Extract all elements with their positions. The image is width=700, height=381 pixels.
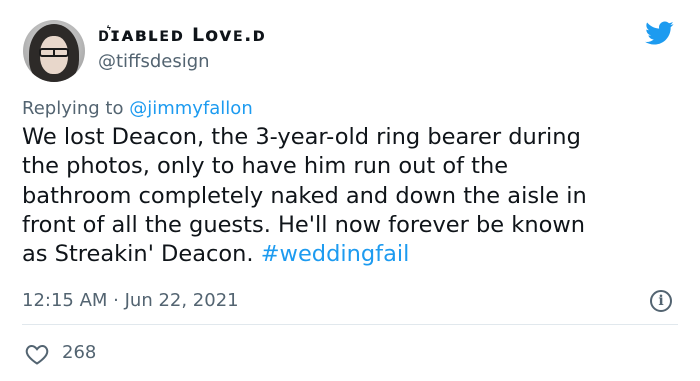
info-icon[interactable]: i	[650, 290, 672, 312]
author-name[interactable]: ᴅ͛ɪᴀʙʟᴇᴅ Lᴏᴠᴇ.ᴅ	[98, 24, 266, 47]
replying-prefix: Replying to	[22, 98, 124, 119]
tweet-text-last-line: as Streakin' Deacon. #weddingfail	[22, 240, 682, 269]
hashtag-link[interactable]: #weddingfail	[261, 241, 410, 267]
tweet-text-line: bathroom completely naked and down the a…	[22, 182, 587, 209]
twitter-bird-icon[interactable]	[641, 18, 677, 48]
tweet-text-line: front of all the guests. He'll now forev…	[22, 211, 586, 238]
tweet-text-line: We lost Deacon, the 3-year-old ring bear…	[22, 124, 581, 150]
heart-icon[interactable]	[25, 343, 49, 365]
avatar[interactable]	[23, 20, 85, 82]
like-count[interactable]: 268	[62, 342, 96, 363]
divider	[22, 324, 678, 325]
replying-mention-link[interactable]: @jimmyfallon	[129, 98, 253, 119]
tweet-text: We lost Deacon, the 3-year-old ring bear…	[22, 123, 682, 269]
avatar-glasses	[39, 48, 69, 57]
replying-to: Replying to @jimmyfallon	[22, 98, 253, 119]
tweet-text-line-end: as Streakin' Deacon.	[22, 241, 261, 268]
tweet-timestamp[interactable]: 12:15 AM · Jun 22, 2021	[22, 290, 239, 311]
tweet-text-line: the photos, only to have him run out of …	[22, 153, 509, 180]
tweet-card: ᴅ͛ɪᴀʙʟᴇᴅ Lᴏᴠᴇ.ᴅ @tiffsdesign Replying to…	[0, 0, 700, 381]
author-handle[interactable]: @tiffsdesign	[98, 51, 210, 72]
